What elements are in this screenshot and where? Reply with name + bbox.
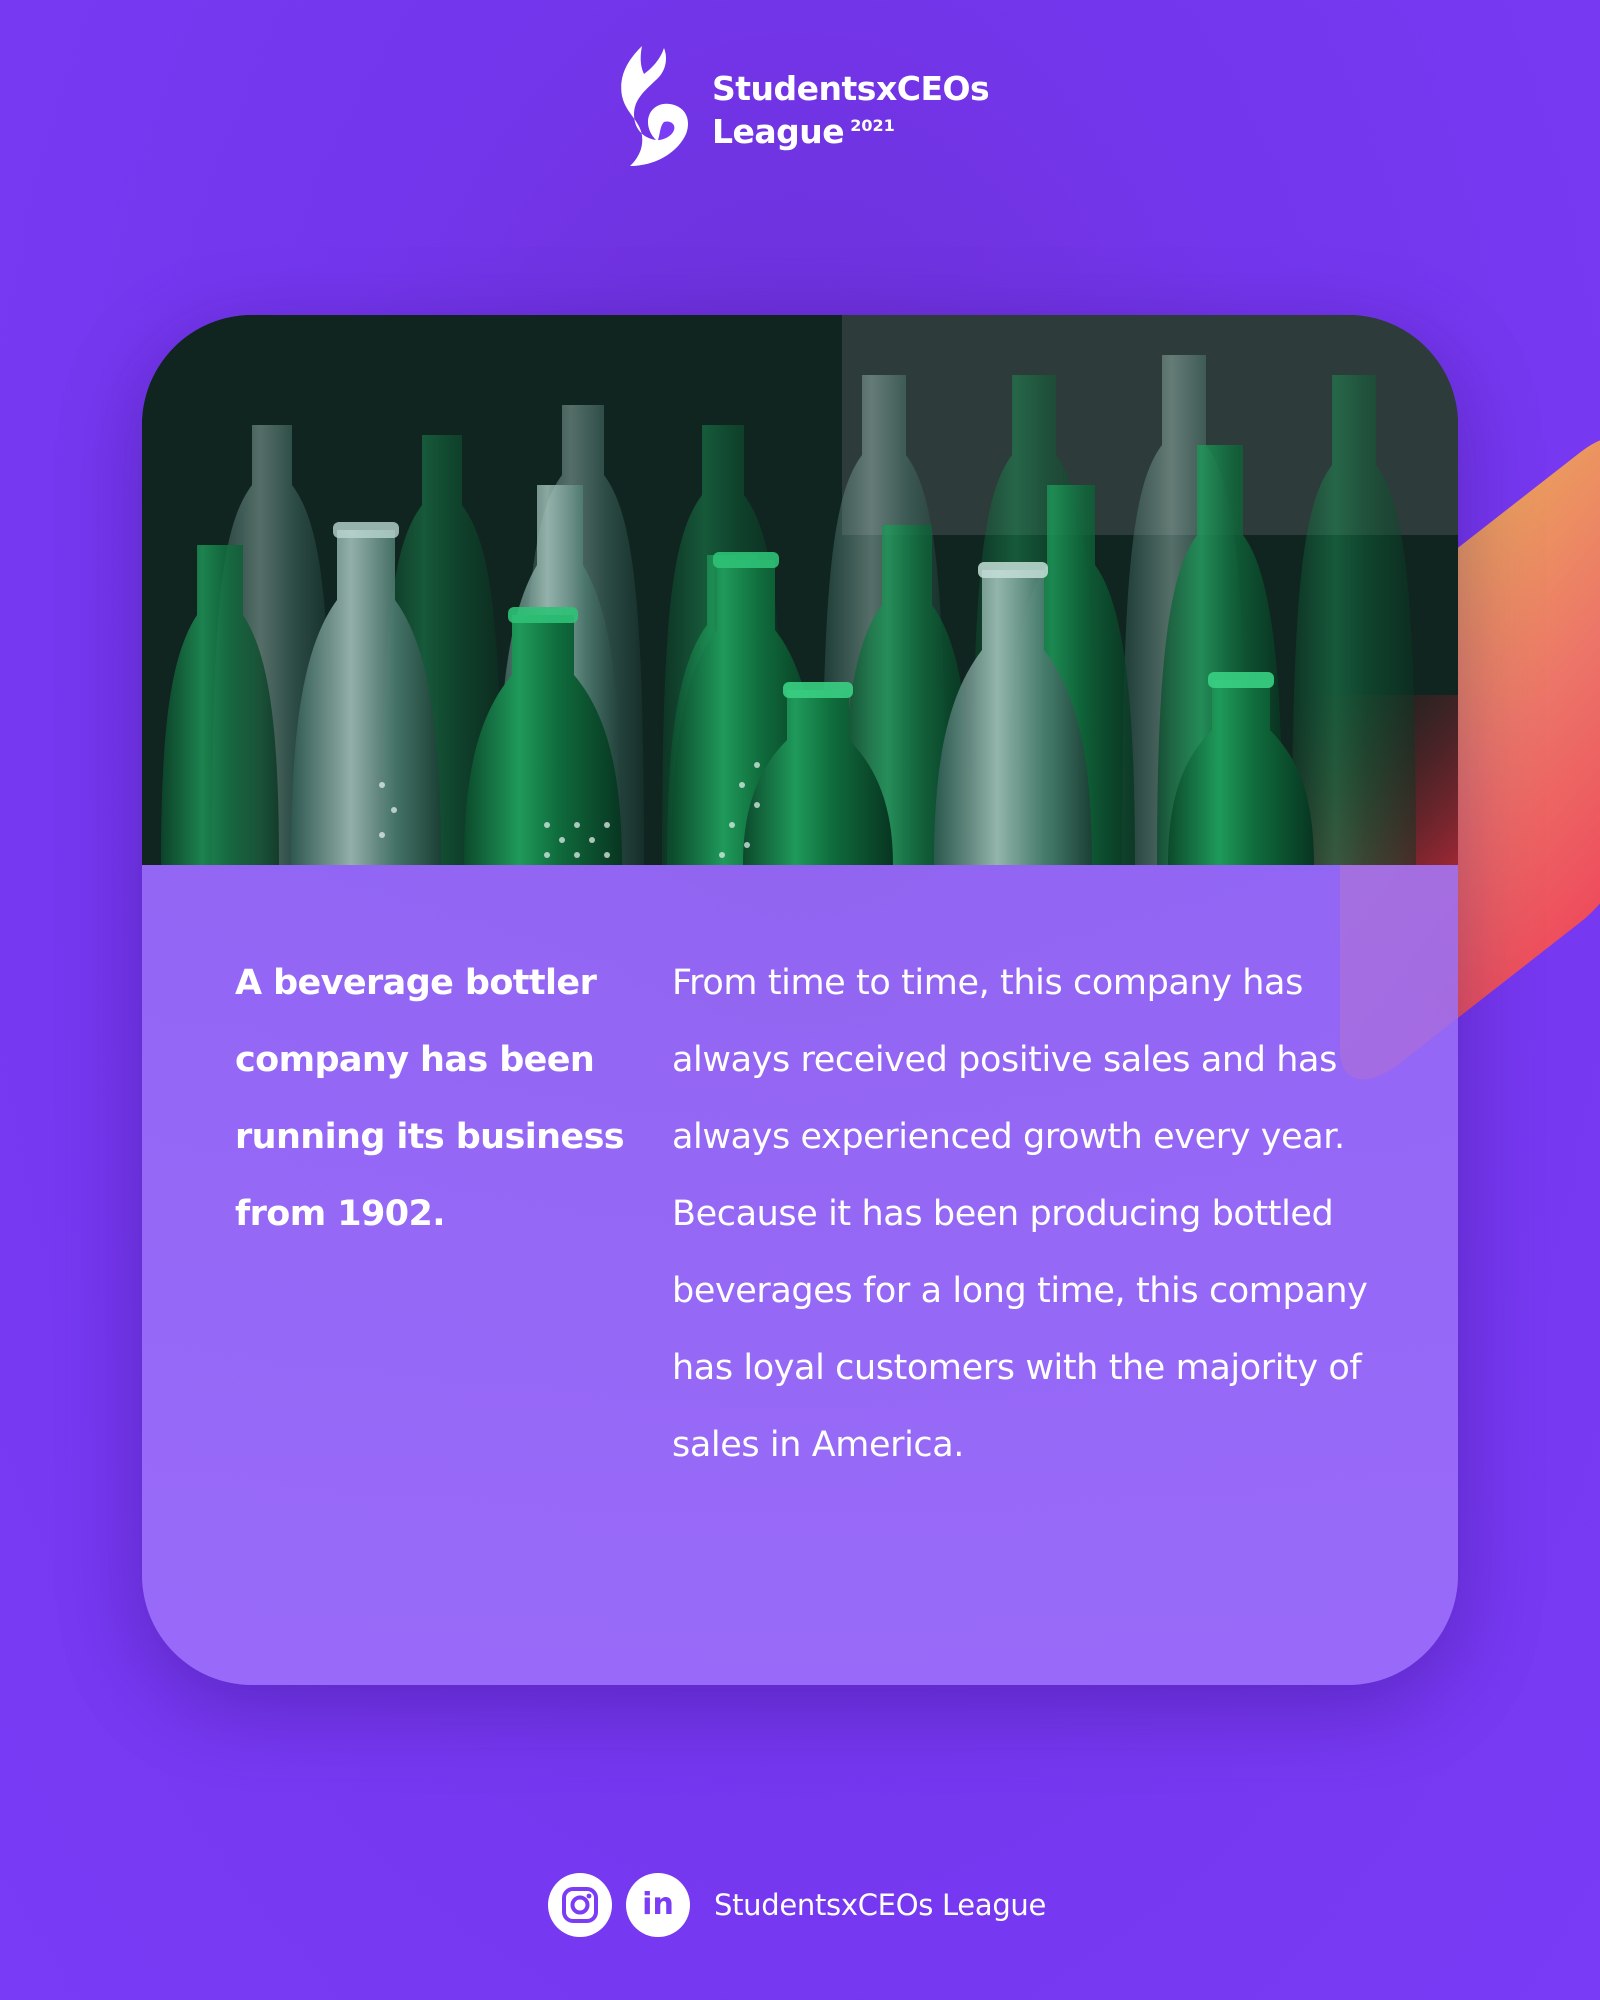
instagram-icon[interactable] xyxy=(548,1873,612,1937)
footer-social: in StudentsxCEOs League xyxy=(548,1872,1046,1938)
brand-name: StudentsxCEOs League 2021 xyxy=(712,69,990,150)
brand-line-1: StudentsxCEOs xyxy=(712,69,990,108)
linkedin-icon[interactable]: in xyxy=(626,1873,690,1937)
content-card: A beverage bottler company has been runn… xyxy=(142,315,1458,1685)
intro-heading: A beverage bottler company has been runn… xyxy=(235,963,625,1234)
brand-league: League xyxy=(712,112,845,151)
linkedin-glyph: in xyxy=(642,1887,674,1922)
bottles-illustration xyxy=(142,315,1458,865)
brand-logo: StudentsxCEOs League 2021 xyxy=(612,44,1032,174)
instagram-glyph xyxy=(562,1887,598,1923)
brand-line-2: League 2021 xyxy=(712,107,989,150)
footer-handle[interactable]: StudentsxCEOs League xyxy=(714,1888,1046,1922)
bottles-photo xyxy=(142,315,1458,865)
body-paragraph: From time to time, this company has alwa… xyxy=(672,963,1368,1465)
flame-logo-icon xyxy=(621,46,689,166)
brand-year: 2021 xyxy=(850,116,895,135)
